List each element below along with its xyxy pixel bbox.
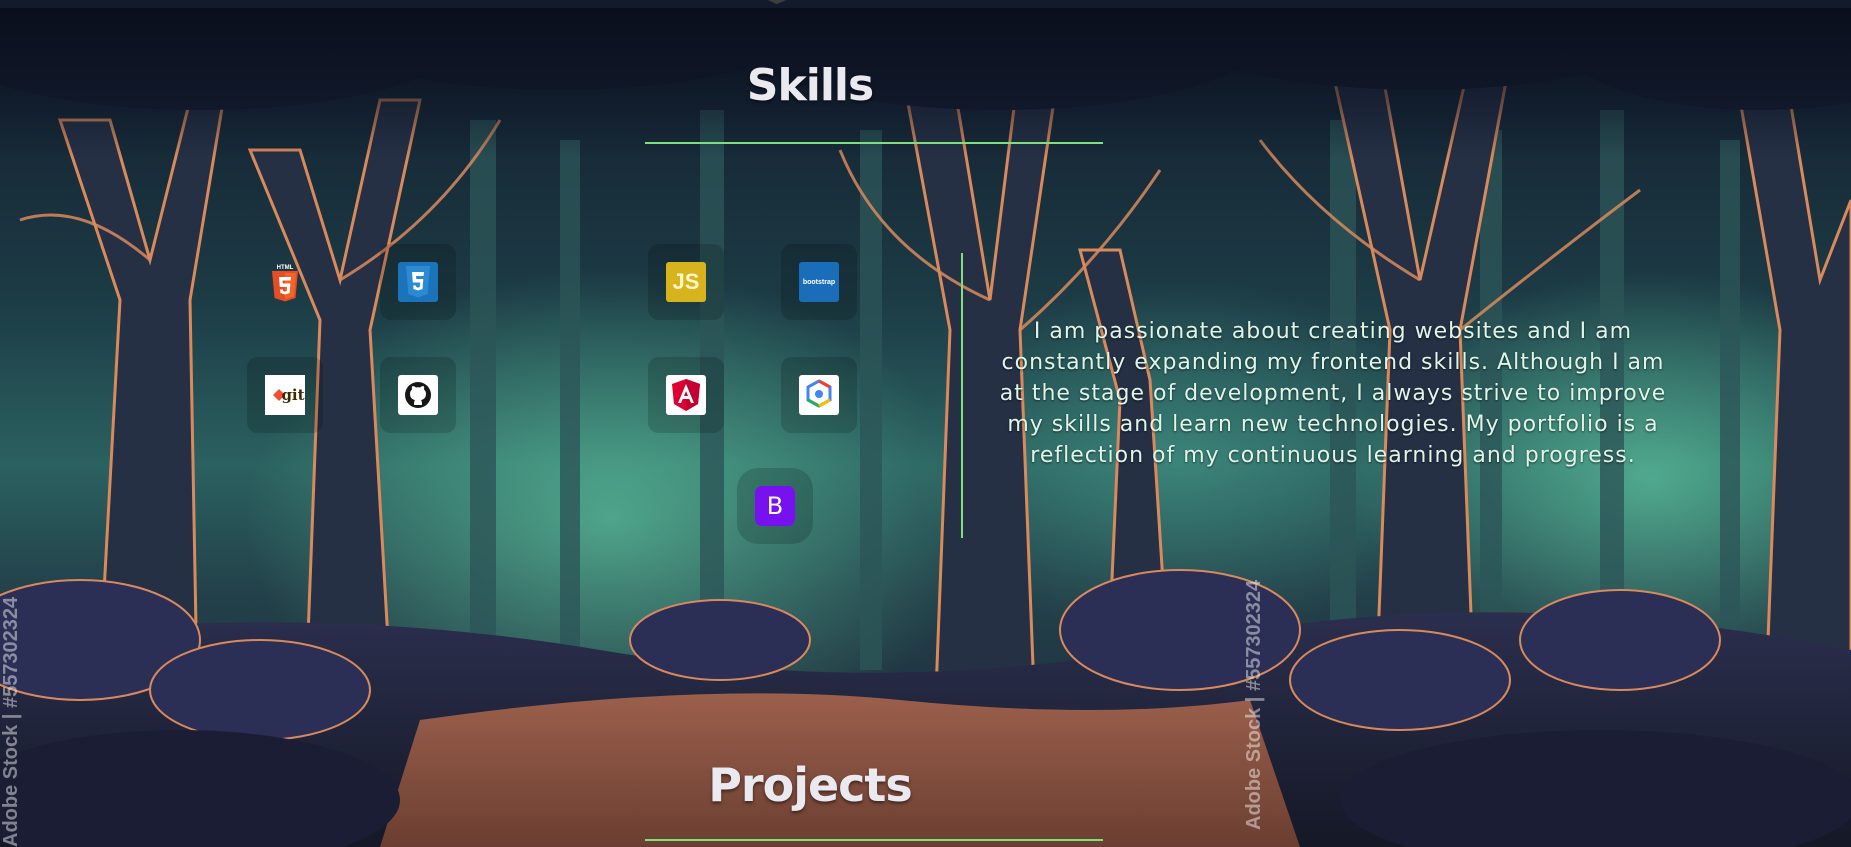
canopy-shade — [0, 8, 1851, 158]
css3-icon — [398, 262, 438, 302]
watermark-left: Adobe Stock | #557302324 — [0, 596, 22, 847]
portfolio-page: Adobe Stock | #557302324 Adobe Stock | #… — [0, 0, 1851, 847]
watermark-right: Adobe Stock | #557302324 — [1243, 579, 1265, 830]
svg-text:git: git — [281, 386, 304, 404]
skills-underline — [645, 142, 1103, 144]
google-cloud-icon — [799, 375, 839, 415]
javascript-icon: JS — [666, 262, 706, 302]
skills-divider — [961, 253, 963, 538]
bootstrap-icon: B — [755, 486, 795, 526]
git-icon: git — [265, 375, 305, 415]
svg-text:HTML: HTML — [277, 265, 294, 271]
projects-heading: Projects — [708, 758, 913, 812]
projects-underline — [645, 839, 1103, 841]
bootstrap5-icon: bootstrap — [799, 262, 839, 302]
html5-icon: HTML — [265, 262, 305, 302]
github-icon — [398, 375, 438, 415]
skills-heading: Skills — [746, 60, 874, 111]
angular-icon — [666, 375, 706, 415]
skills-description: I am passionate about creating websites … — [999, 319, 1667, 468]
